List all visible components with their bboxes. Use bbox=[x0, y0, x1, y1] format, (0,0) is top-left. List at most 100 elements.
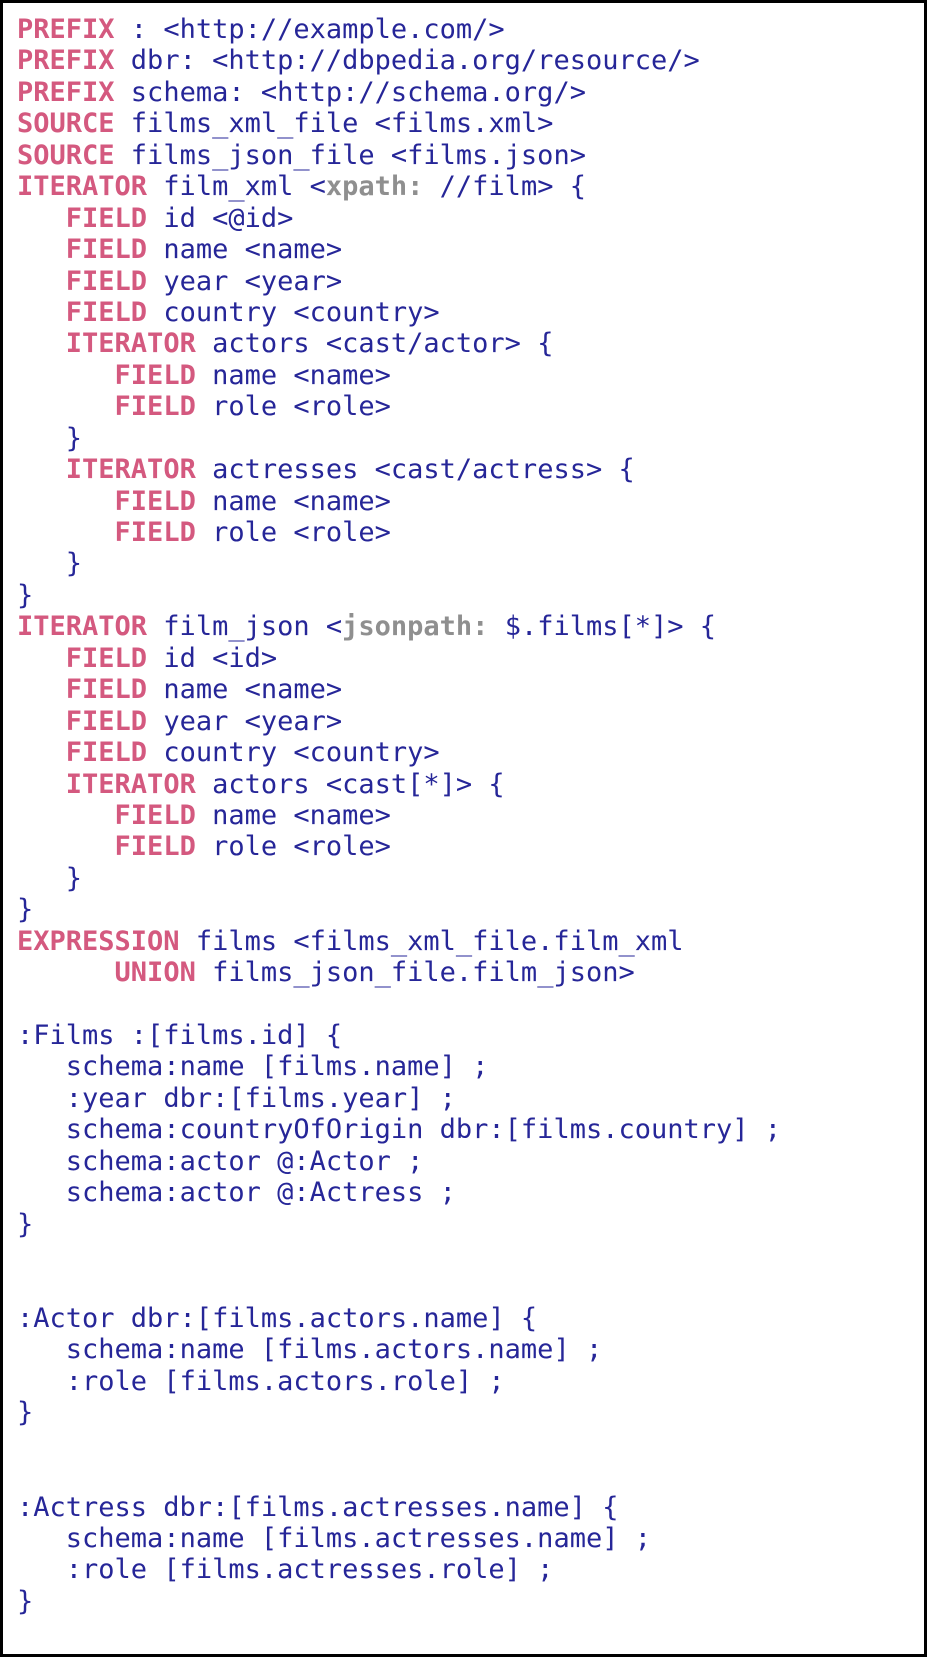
code-text: name <name> bbox=[195, 799, 391, 831]
code-keyword: FIELD bbox=[65, 737, 148, 769]
code-text: schema:name [films.name] ; bbox=[65, 1051, 489, 1083]
code-text: year <year> bbox=[147, 705, 343, 737]
code-line: } bbox=[17, 1397, 920, 1428]
code-text: name <name> bbox=[195, 485, 391, 517]
code-keyword: FIELD bbox=[114, 517, 196, 548]
code-keyword: EXPRESSION bbox=[17, 925, 180, 957]
code-text: dbr: <http://dbpedia.org/resource/> bbox=[114, 45, 700, 77]
code-line: PREFIX : <http://example.com/> bbox=[17, 14, 920, 45]
code-line: ITERATOR film_xml <xpath: //film> { bbox=[17, 171, 920, 202]
code-keyword: FIELD bbox=[65, 674, 148, 706]
code-line: FIELD name <name> bbox=[17, 360, 920, 391]
code-text: :role [films.actors.role] ; bbox=[65, 1365, 505, 1397]
code-text: id <id> bbox=[147, 642, 278, 674]
code-keyword: UNION bbox=[114, 957, 196, 989]
code-text: id <@id> bbox=[147, 202, 294, 234]
code-text: schema:name [films.actresses.name] ; bbox=[65, 1523, 651, 1554]
code-keyword: FIELD bbox=[114, 391, 196, 423]
code-text: year <year> bbox=[147, 265, 343, 297]
code-line: } bbox=[17, 548, 920, 579]
code-line: :role [films.actors.role] ; bbox=[17, 1366, 920, 1397]
code-keyword: FIELD bbox=[65, 705, 148, 737]
code-text: schema:name [films.actors.name] ; bbox=[65, 1334, 603, 1366]
query-language-tag: xpath: bbox=[325, 171, 424, 203]
code-text: film_xml < bbox=[147, 171, 326, 203]
code-line: } bbox=[17, 894, 920, 925]
code-line: schema:countryOfOrigin dbr:[films.countr… bbox=[17, 1114, 920, 1145]
query-language-tag: jsonpath: bbox=[342, 611, 489, 643]
code-text: actors <cast[*]> { bbox=[195, 768, 505, 800]
code-line: PREFIX dbr: <http://dbpedia.org/resource… bbox=[17, 45, 920, 76]
code-text: : <http://example.com/> bbox=[114, 14, 505, 45]
code-text: name <name> bbox=[147, 674, 343, 706]
code-text: :Actor dbr:[films.actors.name] { bbox=[17, 1302, 538, 1334]
code-line: FIELD role <role> bbox=[17, 517, 920, 548]
code-line: ITERATOR actors <cast[*]> { bbox=[17, 769, 920, 800]
code-listing-figure: PREFIX : <http://example.com/> PREFIX dbr… bbox=[0, 0, 927, 1657]
code-line: schema:actor @:Actor ; bbox=[17, 1146, 920, 1177]
code-keyword: FIELD bbox=[65, 202, 148, 234]
code-keyword: PREFIX bbox=[17, 45, 115, 77]
code-line: } bbox=[17, 580, 920, 611]
code-text: schema:actor @:Actor ; bbox=[65, 1145, 424, 1177]
code-block: PREFIX : <http://example.com/> PREFIX dbr… bbox=[17, 14, 920, 1650]
code-line: FIELD year <year> bbox=[17, 266, 920, 297]
code-text: films_xml_file <films.xml> bbox=[114, 108, 554, 140]
code-text: country <country> bbox=[147, 737, 440, 769]
code-line: :year dbr:[films.year] ; bbox=[17, 1083, 920, 1114]
code-text: schema:countryOfOrigin dbr:[films.countr… bbox=[65, 1114, 782, 1146]
code-keyword: FIELD bbox=[65, 296, 148, 328]
code-line: FIELD country <country> bbox=[17, 737, 920, 768]
code-keyword: FIELD bbox=[114, 799, 196, 831]
code-keyword: FIELD bbox=[65, 642, 148, 674]
code-line: schema:name [films.actors.name] ; bbox=[17, 1334, 920, 1365]
code-line: } bbox=[17, 423, 920, 454]
code-text: film_json < bbox=[147, 611, 343, 643]
code-keyword: ITERATOR bbox=[65, 328, 196, 360]
code-text: role <role> bbox=[195, 831, 391, 863]
code-line: UNION films_json_file.film_json> bbox=[17, 957, 920, 988]
code-text: } bbox=[17, 894, 34, 926]
code-text: :role [films.actresses.role] ; bbox=[65, 1554, 554, 1586]
code-text: films_json_file.film_json> bbox=[195, 957, 635, 989]
code-text: $.films[*]> { bbox=[488, 611, 717, 643]
code-text: role <role> bbox=[195, 391, 391, 423]
code-keyword: ITERATOR bbox=[65, 454, 196, 486]
code-keyword: SOURCE bbox=[17, 139, 115, 171]
code-line: } bbox=[17, 1209, 920, 1240]
code-keyword: FIELD bbox=[114, 831, 196, 863]
code-line: FIELD id <@id> bbox=[17, 203, 920, 234]
code-keyword: FIELD bbox=[114, 359, 196, 391]
code-text: schema: <http://schema.org/> bbox=[114, 76, 586, 108]
code-line: } bbox=[17, 1586, 920, 1617]
code-line: FIELD name <name> bbox=[17, 674, 920, 705]
code-text: } bbox=[17, 579, 34, 611]
code-text: } bbox=[65, 862, 83, 894]
code-keyword: PREFIX bbox=[17, 14, 115, 45]
code-keyword: FIELD bbox=[65, 234, 148, 266]
code-text: role <role> bbox=[195, 517, 391, 548]
code-line: schema:name [films.actresses.name] ; bbox=[17, 1523, 920, 1554]
code-line: SOURCE films_xml_file <films.xml> bbox=[17, 108, 920, 139]
code-line: ITERATOR film_json <jsonpath: $.films[*]… bbox=[17, 611, 920, 642]
code-line: ITERATOR actors <cast/actor> { bbox=[17, 328, 920, 359]
code-line: FIELD id <id> bbox=[17, 643, 920, 674]
